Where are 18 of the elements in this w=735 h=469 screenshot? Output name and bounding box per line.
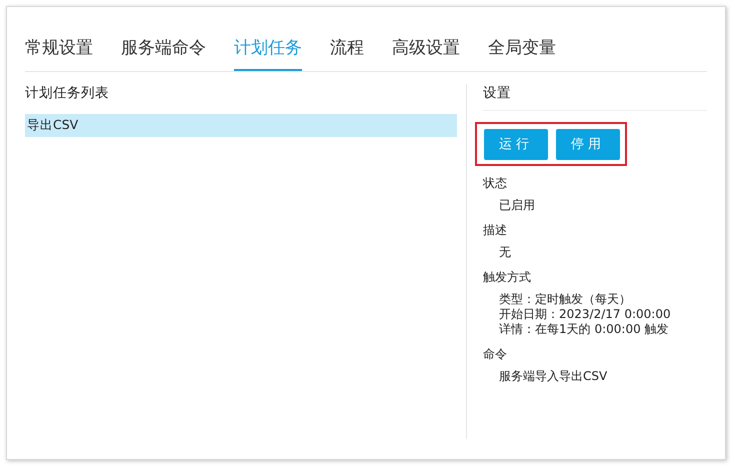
field-label: 状态: [483, 175, 508, 192]
field-label: 命令: [483, 346, 508, 363]
list-title: 计划任务列表: [25, 84, 110, 103]
field-value: 无: [498, 245, 512, 260]
field-value: 服务端导入导出CSV: [498, 369, 608, 384]
task-item[interactable]: 导出CSV: [25, 114, 457, 137]
field-value: 详情：在每1天的 0:00:00 触发: [498, 322, 670, 337]
field-value: 开始日期：2023/2/17 0:00:00: [498, 307, 672, 322]
field-value: 类型：定时触发（每天）: [498, 292, 632, 307]
tab[interactable]: 服务端命令: [121, 36, 206, 71]
tab[interactable]: 全局变量: [488, 36, 556, 71]
field-value: 已启用: [498, 198, 536, 213]
field-label: 触发方式: [483, 269, 532, 286]
settings-title: 设置: [483, 84, 707, 111]
tab[interactable]: 流程: [330, 36, 364, 71]
tab[interactable]: 常规设置: [25, 36, 93, 71]
field-label: 描述: [483, 222, 508, 239]
tab[interactable]: 高级设置: [392, 36, 460, 71]
